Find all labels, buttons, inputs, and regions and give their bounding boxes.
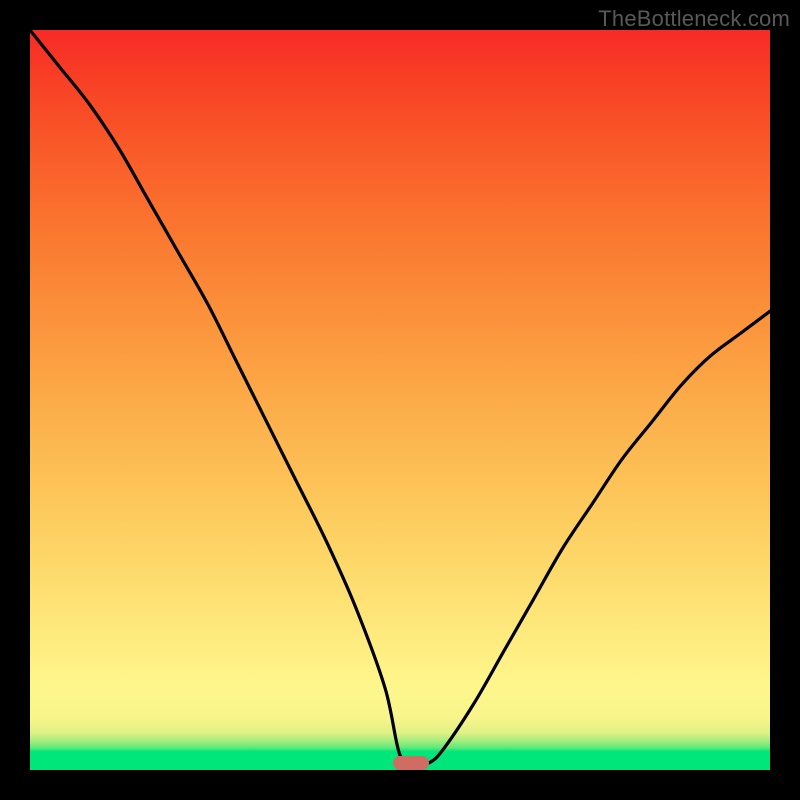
curve-layer	[30, 30, 770, 770]
bottleneck-curve	[30, 30, 770, 764]
plot-area	[30, 30, 770, 770]
optimal-marker	[393, 756, 429, 770]
watermark-text: TheBottleneck.com	[598, 6, 790, 32]
chart-frame: TheBottleneck.com	[0, 0, 800, 800]
